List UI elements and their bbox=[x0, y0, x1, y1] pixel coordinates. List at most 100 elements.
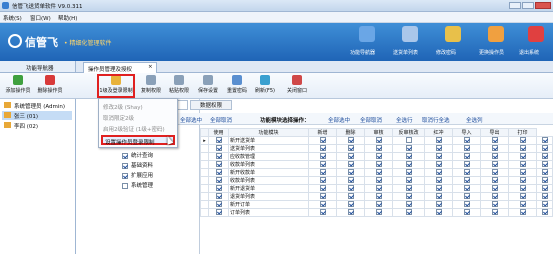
permission-cell[interactable] bbox=[424, 200, 453, 209]
permission-cell[interactable] bbox=[536, 144, 553, 153]
permission-checkbox[interactable] bbox=[215, 145, 222, 152]
select-row-button[interactable]: 全选行 bbox=[396, 116, 413, 124]
module-item[interactable]: 统计查询 bbox=[122, 151, 192, 160]
permission-checkbox[interactable] bbox=[541, 209, 548, 216]
toolbar-button-7[interactable]: 刷新(F5) bbox=[252, 74, 278, 98]
permission-checkbox[interactable] bbox=[215, 169, 222, 176]
user-item[interactable]: 系统管理员 (Admin) bbox=[2, 101, 72, 110]
permission-checkbox[interactable] bbox=[405, 161, 412, 168]
permission-checkbox[interactable] bbox=[435, 177, 442, 184]
permission-cell[interactable] bbox=[208, 136, 229, 145]
permission-checkbox[interactable] bbox=[463, 177, 470, 184]
menu-system[interactable]: 系统(S) bbox=[3, 14, 22, 22]
permission-checkbox[interactable] bbox=[215, 209, 222, 216]
permission-cell[interactable] bbox=[508, 152, 537, 161]
permission-checkbox[interactable] bbox=[435, 137, 442, 144]
table-row[interactable]: 收款单列表 bbox=[200, 160, 553, 169]
permission-checkbox[interactable] bbox=[491, 169, 498, 176]
permission-cell[interactable] bbox=[364, 152, 393, 161]
permission-checkbox[interactable] bbox=[541, 169, 548, 176]
permission-cell[interactable] bbox=[392, 136, 425, 145]
permission-checkbox[interactable] bbox=[375, 161, 382, 168]
toolbar-button-3[interactable]: 复制权限 bbox=[138, 74, 164, 98]
permission-checkbox[interactable] bbox=[435, 185, 442, 192]
permission-checkbox[interactable] bbox=[463, 153, 470, 160]
permission-checkbox[interactable] bbox=[319, 193, 326, 200]
clear-row-button[interactable]: 取消行全选 bbox=[422, 116, 450, 124]
permission-cell[interactable] bbox=[452, 200, 481, 209]
permission-checkbox[interactable] bbox=[375, 193, 382, 200]
permission-checkbox[interactable] bbox=[519, 145, 526, 152]
permission-cell[interactable] bbox=[480, 152, 509, 161]
permission-cell[interactable] bbox=[308, 160, 337, 169]
permission-cell[interactable] bbox=[424, 152, 453, 161]
permission-cell[interactable] bbox=[508, 192, 537, 201]
permission-cell[interactable] bbox=[336, 160, 365, 169]
permission-cell[interactable] bbox=[424, 160, 453, 169]
permission-checkbox[interactable] bbox=[405, 201, 412, 208]
permission-checkbox[interactable] bbox=[405, 209, 412, 216]
clear-all-button[interactable]: 全部取消 bbox=[360, 116, 382, 124]
permission-cell[interactable] bbox=[424, 208, 453, 217]
toolbar-button-1[interactable]: 删除操作员 bbox=[35, 74, 65, 98]
permission-cell[interactable] bbox=[336, 152, 365, 161]
permission-cell[interactable] bbox=[536, 192, 553, 201]
permission-checkbox[interactable] bbox=[463, 185, 470, 192]
permission-cell[interactable] bbox=[392, 168, 425, 177]
permission-cell[interactable] bbox=[364, 160, 393, 169]
permission-checkbox[interactable] bbox=[541, 153, 548, 160]
permission-checkbox[interactable] bbox=[319, 201, 326, 208]
permission-cell[interactable] bbox=[424, 184, 453, 193]
permission-checkbox[interactable] bbox=[463, 161, 470, 168]
permission-cell[interactable] bbox=[508, 200, 537, 209]
permission-cell[interactable] bbox=[392, 184, 425, 193]
permission-cell[interactable] bbox=[208, 208, 229, 217]
permission-checkbox[interactable] bbox=[435, 193, 442, 200]
permission-cell[interactable] bbox=[536, 176, 553, 185]
permission-checkbox[interactable] bbox=[375, 201, 382, 208]
permission-checkbox[interactable] bbox=[541, 193, 548, 200]
permission-checkbox[interactable] bbox=[375, 137, 382, 144]
table-row[interactable]: 新开订单 bbox=[200, 200, 553, 209]
permission-cell[interactable] bbox=[452, 176, 481, 185]
permission-checkbox[interactable] bbox=[463, 209, 470, 216]
permission-cell[interactable] bbox=[508, 168, 537, 177]
table-row[interactable]: 新开收款单 bbox=[200, 168, 553, 177]
dropdown-item[interactable]: 修改2级 (Shay) bbox=[101, 102, 175, 112]
permission-checkbox[interactable] bbox=[519, 137, 526, 144]
module-checkbox[interactable] bbox=[122, 182, 128, 189]
permission-checkbox[interactable] bbox=[347, 209, 354, 216]
permission-checkbox[interactable] bbox=[491, 153, 498, 160]
permission-checkbox[interactable] bbox=[215, 193, 222, 200]
permission-cell[interactable] bbox=[392, 192, 425, 201]
permission-cell[interactable] bbox=[364, 144, 393, 153]
permission-cell[interactable] bbox=[452, 160, 481, 169]
permission-checkbox[interactable] bbox=[463, 169, 470, 176]
permission-cell[interactable] bbox=[508, 208, 537, 217]
module-checkbox[interactable] bbox=[122, 162, 128, 169]
user-item[interactable]: 张三 (01) bbox=[2, 111, 72, 120]
select-all-button[interactable]: 全部选中 bbox=[328, 116, 350, 124]
permission-checkbox[interactable] bbox=[463, 193, 470, 200]
permission-cell[interactable] bbox=[480, 136, 509, 145]
permission-cell[interactable] bbox=[336, 192, 365, 201]
menu-window[interactable]: 窗口(W) bbox=[30, 14, 51, 22]
permission-checkbox[interactable] bbox=[405, 145, 412, 152]
permission-cell[interactable] bbox=[392, 208, 425, 217]
permission-checkbox[interactable] bbox=[347, 161, 354, 168]
permission-cell[interactable] bbox=[536, 208, 553, 217]
permission-cell[interactable] bbox=[308, 136, 337, 145]
module-item[interactable]: 扩展应用 bbox=[122, 171, 192, 180]
permission-checkbox[interactable] bbox=[319, 145, 326, 152]
module-checkbox[interactable] bbox=[122, 152, 128, 159]
permission-checkbox[interactable] bbox=[405, 153, 412, 160]
permission-cell[interactable] bbox=[208, 176, 229, 185]
dropdown-item[interactable]: 取消限定2级 bbox=[101, 113, 175, 123]
permission-cell[interactable] bbox=[308, 200, 337, 209]
permission-cell[interactable] bbox=[336, 176, 365, 185]
permission-cell[interactable] bbox=[536, 184, 553, 193]
table-row[interactable]: ▸ 新开送货单 bbox=[200, 136, 553, 145]
banner-button-3[interactable]: 更换操作员 bbox=[479, 23, 513, 61]
permission-checkbox[interactable] bbox=[405, 169, 412, 176]
permission-cell[interactable] bbox=[208, 152, 229, 161]
